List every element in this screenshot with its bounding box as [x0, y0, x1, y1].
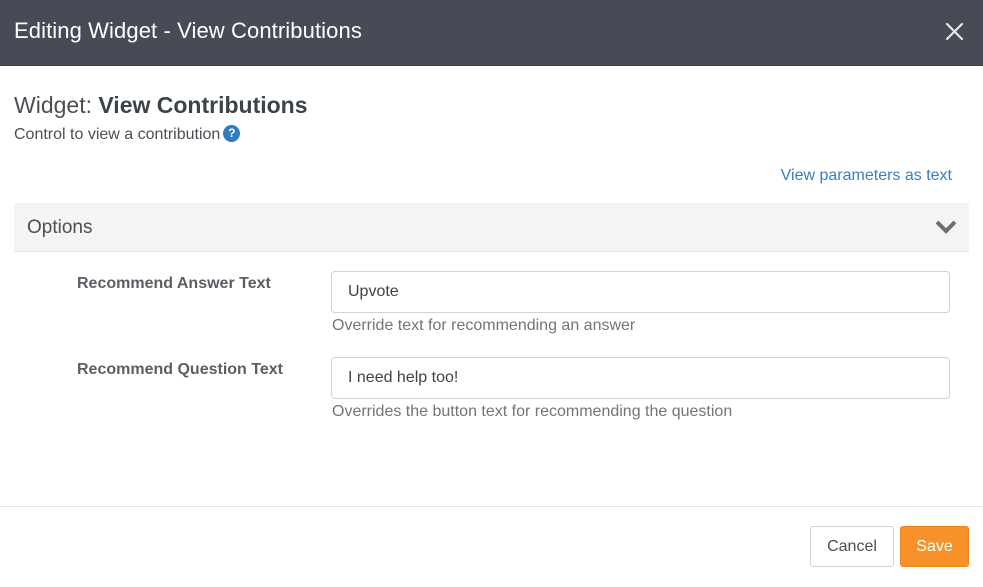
save-button[interactable]: Save	[900, 526, 969, 567]
edit-widget-modal: Editing Widget - View Contributions Widg…	[0, 0, 983, 587]
footer-divider	[0, 506, 983, 507]
widget-name: View Contributions	[98, 92, 308, 118]
modal-header: Editing Widget - View Contributions	[0, 0, 983, 66]
recommend-answer-label: Recommend Answer Text	[77, 275, 271, 292]
chevron-down-icon	[935, 220, 957, 234]
widget-heading: Widget: View Contributions	[14, 92, 308, 119]
view-parameters-link[interactable]: View parameters as text	[781, 167, 952, 185]
recommend-question-input[interactable]	[331, 357, 950, 399]
recommend-answer-input[interactable]	[331, 271, 950, 313]
close-icon	[945, 22, 964, 41]
recommend-answer-help: Override text for recommending an answer	[332, 317, 636, 334]
options-section-header[interactable]: Options	[14, 203, 969, 252]
widget-heading-prefix: Widget:	[14, 92, 92, 118]
recommend-question-label: Recommend Question Text	[77, 361, 283, 378]
recommend-question-help: Overrides the button text for recommendi…	[332, 403, 733, 420]
widget-description: Control to view a contribution ?	[14, 124, 241, 144]
widget-description-text: Control to view a contribution	[14, 126, 221, 143]
close-button[interactable]	[940, 17, 970, 47]
help-icon[interactable]: ?	[223, 124, 241, 142]
modal-title: Editing Widget - View Contributions	[14, 18, 362, 43]
options-title: Options	[27, 217, 93, 238]
cancel-button[interactable]: Cancel	[810, 526, 894, 567]
